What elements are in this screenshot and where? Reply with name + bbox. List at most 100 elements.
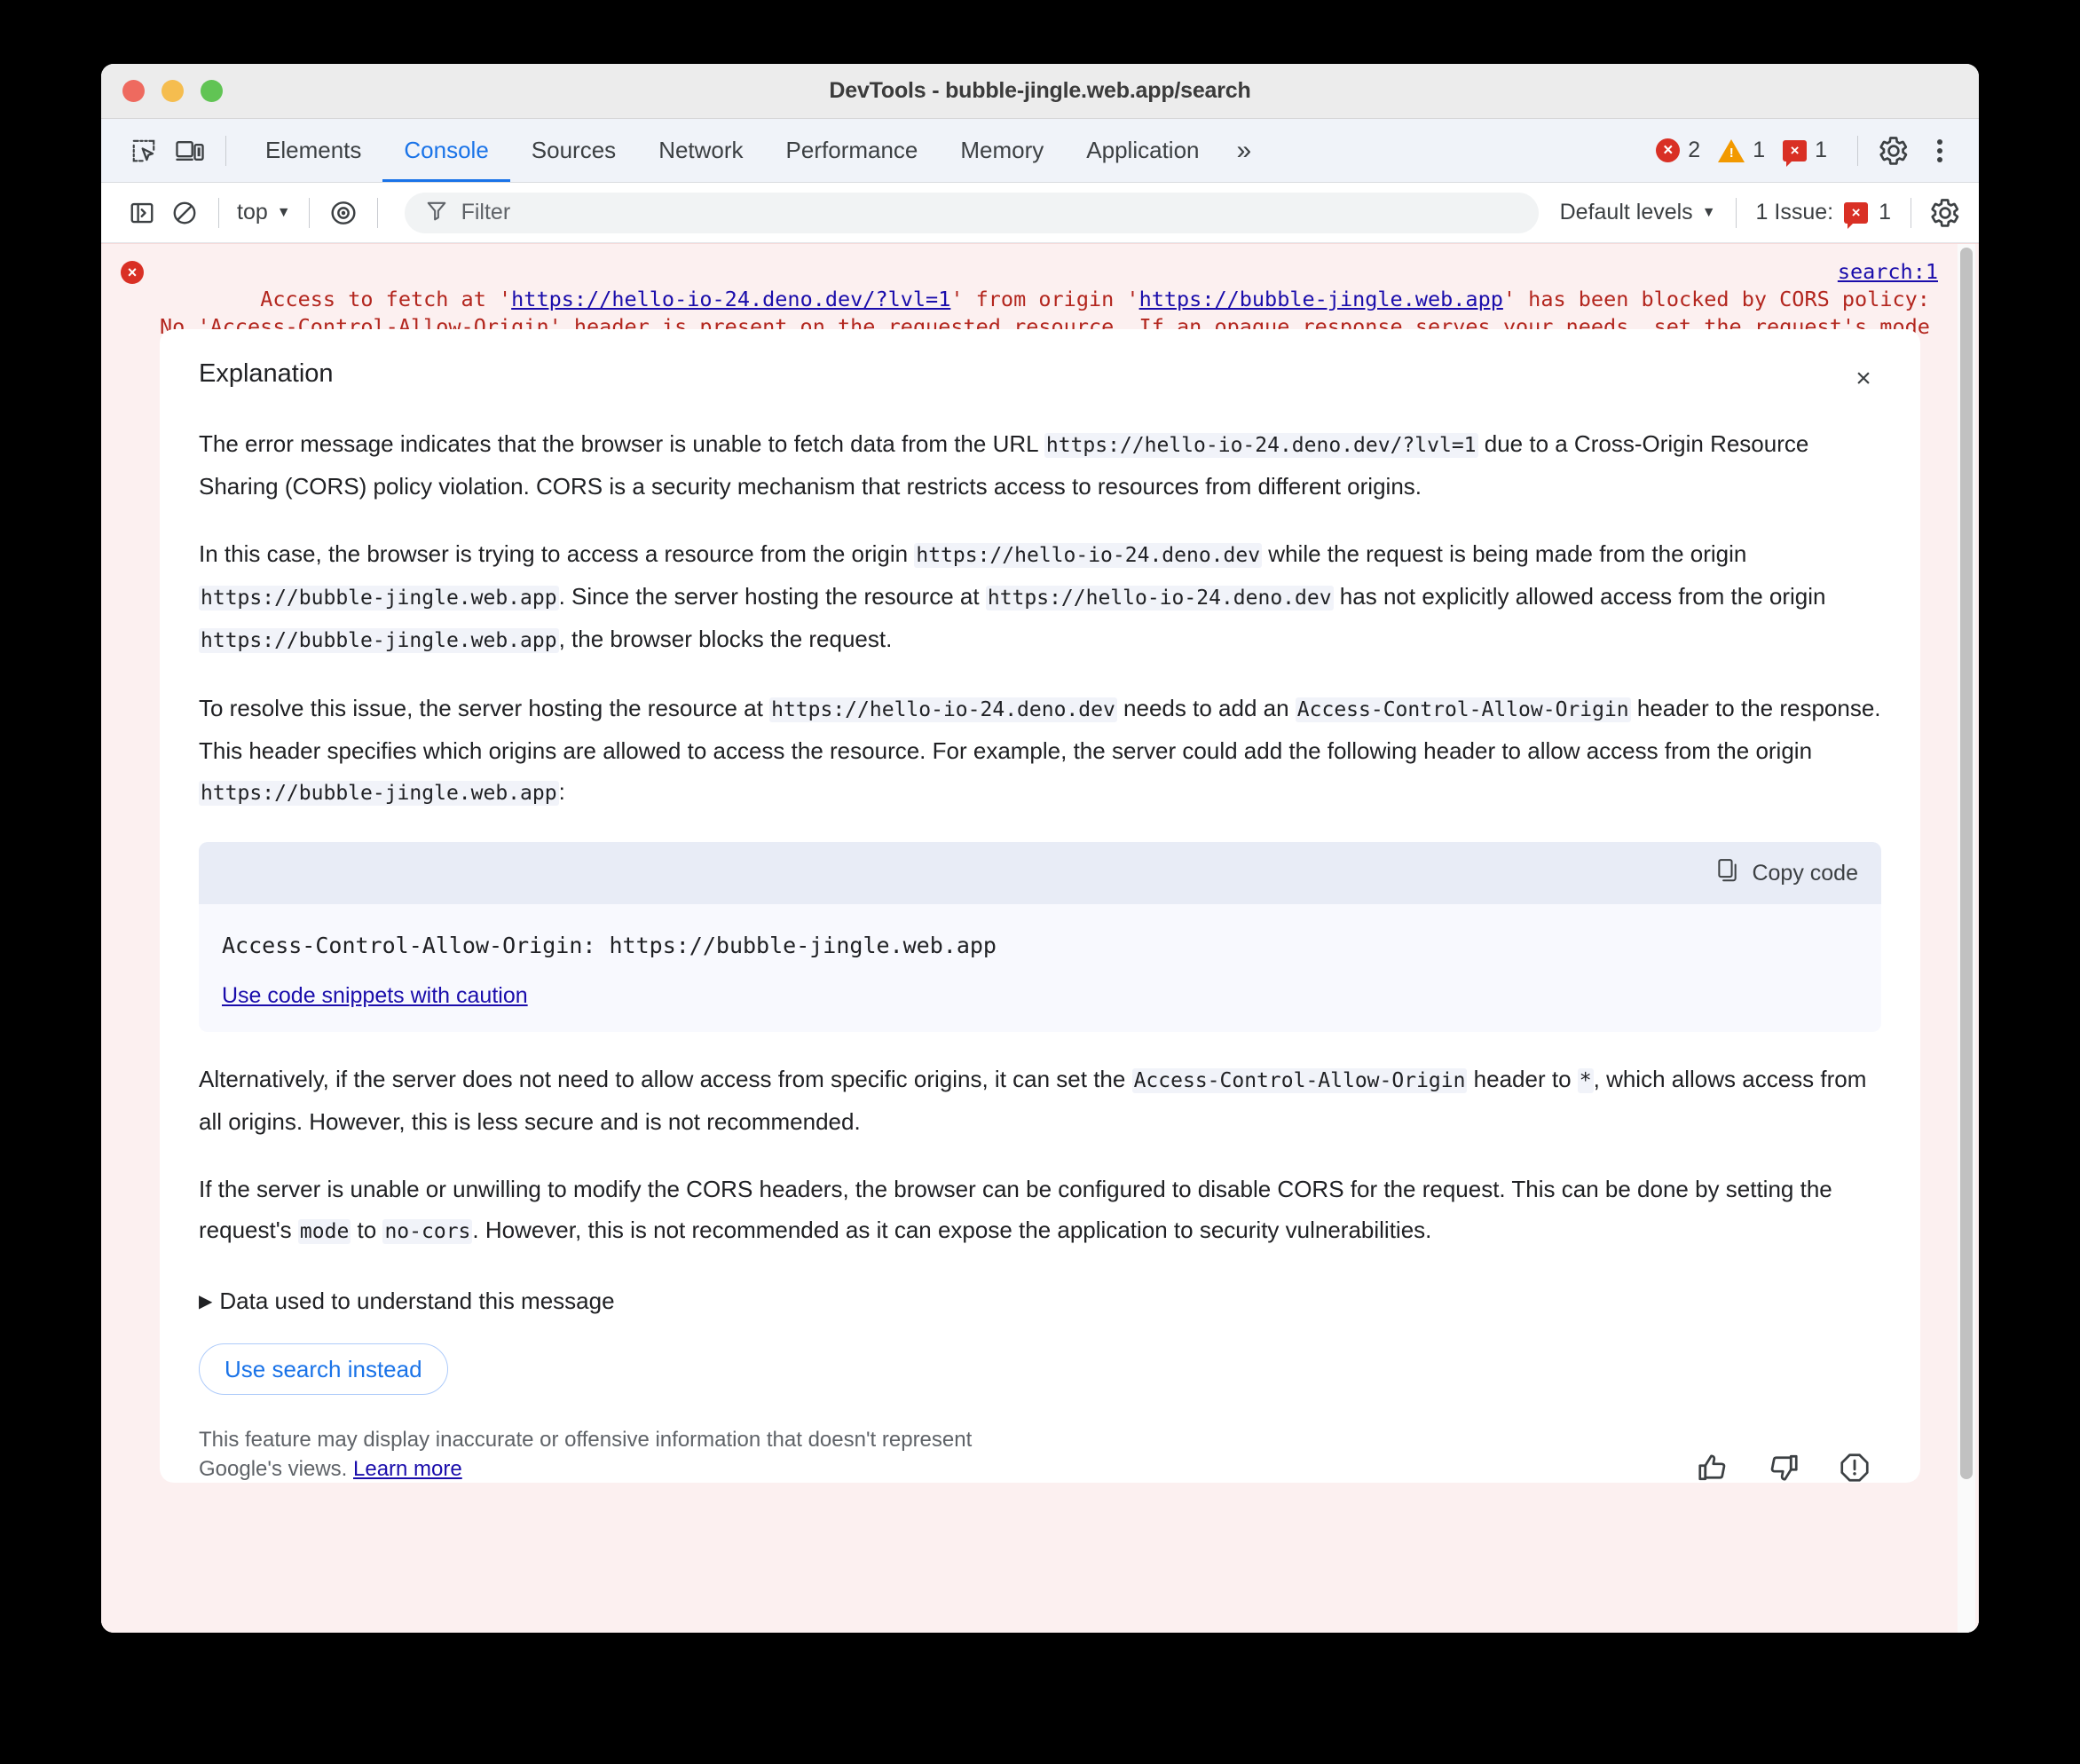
execution-context-label: top — [237, 200, 268, 224]
p5-b: to — [351, 1217, 383, 1243]
issue-counters: × 2 1 × 1 — [1656, 138, 1845, 167]
filter-placeholder: Filter — [461, 200, 511, 224]
report-icon[interactable] — [1839, 1452, 1871, 1483]
explanation-title: Explanation — [199, 359, 334, 388]
zoom-window-button[interactable] — [201, 80, 223, 102]
log-levels-selector[interactable]: Default levels ▼ — [1553, 200, 1723, 225]
device-toolbar-icon[interactable] — [167, 128, 213, 174]
console-scrollbar[interactable] — [1958, 244, 1975, 1633]
console-error-entry: × Access to fetch at 'https://hello-io-24… — [101, 243, 1979, 1633]
live-expression-icon[interactable] — [322, 192, 365, 234]
inspect-element-icon[interactable] — [121, 128, 167, 174]
code-snippet-block: Copy code Access-Control-Allow-Origin: h… — [199, 842, 1881, 1032]
disclaimer-text: This feature may display inaccurate or o… — [199, 1428, 973, 1481]
p3-d: : — [558, 778, 565, 805]
p4-a: Alternatively, if the server does not ne… — [199, 1066, 1132, 1092]
copy-icon — [1718, 858, 1739, 888]
p2-e: , the browser blocks the request. — [558, 626, 893, 652]
p3-b: needs to add an — [1116, 695, 1296, 721]
tab-memory[interactable]: Memory — [939, 119, 1065, 182]
error-mid: ' from origin ' — [950, 287, 1139, 311]
p2-b: while the request is being made from the… — [1262, 540, 1747, 567]
copy-code-label: Copy code — [1752, 860, 1858, 886]
tab-sources[interactable]: Sources — [510, 119, 637, 182]
explanation-paragraph-3: To resolve this issue, the server hostin… — [199, 688, 1881, 814]
p5-code-nocors: no-cors — [382, 1219, 473, 1244]
thumb-down-icon[interactable] — [1768, 1452, 1800, 1483]
console-toolbar-divider-3 — [376, 197, 378, 228]
issue-counter[interactable]: × 1 — [1783, 138, 1827, 167]
thumb-up-icon[interactable] — [1697, 1452, 1729, 1483]
copy-code-button[interactable]: Copy code — [1718, 858, 1858, 888]
tab-elements[interactable]: Elements — [244, 119, 382, 182]
tab-performance[interactable]: Performance — [765, 119, 940, 182]
p2-d: has not explicitly allowed access from t… — [1333, 583, 1826, 610]
learn-more-link[interactable]: Learn more — [353, 1457, 462, 1481]
explanation-header: Explanation × — [199, 359, 1881, 397]
p5-c: . However, this is not recommended as it… — [472, 1217, 1432, 1243]
clear-console-icon[interactable] — [163, 192, 206, 234]
error-counter[interactable]: × 2 — [1656, 138, 1700, 163]
error-icon: × — [121, 261, 144, 284]
error-origin-link[interactable]: https://bubble-jingle.web.app — [1139, 287, 1503, 311]
triangle-right-icon: ▶ — [199, 1292, 213, 1311]
console-toolbar-divider-4 — [1735, 197, 1737, 228]
filter-input[interactable]: Filter — [404, 192, 1539, 233]
explanation-card: Explanation × The error message indicate… — [160, 329, 1920, 1483]
issues-label: 1 Issue: — [1755, 200, 1834, 224]
code-snippet-header: Copy code — [199, 842, 1881, 904]
panel-tabs: Elements Console Sources Network Perform… — [244, 119, 1265, 182]
console-sidebar-icon[interactable] — [121, 192, 163, 234]
issues-summary[interactable]: 1 Issue: × 1 — [1749, 200, 1898, 229]
window-titlebar: DevTools - bubble-jingle.web.app/search — [101, 64, 1979, 119]
explanation-paragraph-5: If the server is unable or unwilling to … — [199, 1169, 1881, 1252]
tab-application[interactable]: Application — [1065, 119, 1220, 182]
data-used-label: Data used to understand this message — [219, 1288, 615, 1314]
p2-code-origin-3: https://hello-io-24.deno.dev — [985, 586, 1334, 610]
feature-disclaimer: This feature may display inaccurate or o… — [199, 1425, 997, 1483]
more-tabs-icon[interactable]: » — [1221, 119, 1265, 182]
issues-count: 1 — [1879, 200, 1891, 224]
devtools-tabstrip: Elements Console Sources Network Perform… — [101, 119, 1979, 183]
p2-code-origin-4: https://bubble-jingle.web.app — [199, 628, 559, 653]
traffic-lights — [122, 80, 223, 102]
p1-a: The error message indicates that the bro… — [199, 430, 1044, 457]
p2-c: . Since the server hosting the resource … — [558, 583, 986, 610]
p4-b: header to — [1467, 1066, 1578, 1092]
explanation-paragraph-4: Alternatively, if the server does not ne… — [199, 1059, 1881, 1142]
error-url-link[interactable]: https://hello-io-24.deno.dev/?lvl=1 — [511, 287, 950, 311]
devtools-window: DevTools - bubble-jingle.web.app/search … — [101, 64, 1979, 1633]
tab-network[interactable]: Network — [637, 119, 764, 182]
scrollbar-thumb[interactable] — [1960, 248, 1973, 1479]
p5-code-mode: mode — [297, 1219, 351, 1244]
p4-code-wildcard: * — [1577, 1068, 1594, 1093]
code-snippet-text: Access-Control-Allow-Origin: https://bub… — [222, 933, 997, 958]
minimize-window-button[interactable] — [162, 80, 184, 102]
data-used-disclosure[interactable]: ▶ Data used to understand this message — [199, 1288, 1881, 1315]
kebab-menu-icon[interactable] — [1917, 128, 1963, 174]
close-icon[interactable]: × — [1846, 361, 1881, 397]
warning-count: 1 — [1753, 138, 1766, 162]
close-window-button[interactable] — [122, 80, 145, 102]
execution-context-selector[interactable]: top ▼ — [232, 200, 296, 225]
console-toolbar-divider-1 — [218, 197, 219, 228]
explanation-paragraph-1: The error message indicates that the bro… — [199, 423, 1881, 507]
p3-code-origin: https://hello-io-24.deno.dev — [769, 697, 1117, 722]
use-search-instead-button[interactable]: Use search instead — [199, 1343, 448, 1395]
error-source-link[interactable]: search:1 — [1838, 258, 1938, 286]
issue-badge-icon: × — [1783, 139, 1808, 167]
tab-console[interactable]: Console — [382, 119, 509, 182]
explanation-footer: This feature may display inaccurate or o… — [199, 1425, 1881, 1483]
console-toolbar-divider-2 — [308, 197, 310, 228]
p3-a: To resolve this issue, the server hostin… — [199, 695, 770, 721]
gear-icon[interactable] — [1871, 128, 1917, 174]
warning-counter[interactable]: 1 — [1718, 138, 1765, 163]
toolbar-divider — [225, 135, 226, 166]
chevron-down-icon: ▼ — [276, 204, 291, 220]
code-caution-link[interactable]: Use code snippets with caution — [222, 983, 528, 1009]
filter-icon — [426, 200, 447, 225]
p2-code-origin-1: https://hello-io-24.deno.dev — [914, 543, 1263, 568]
window-title: DevTools - bubble-jingle.web.app/search — [829, 78, 1251, 103]
gear-icon[interactable] — [1924, 192, 1966, 234]
p1-code-url: https://hello-io-24.deno.dev/?lvl=1 — [1044, 433, 1478, 458]
